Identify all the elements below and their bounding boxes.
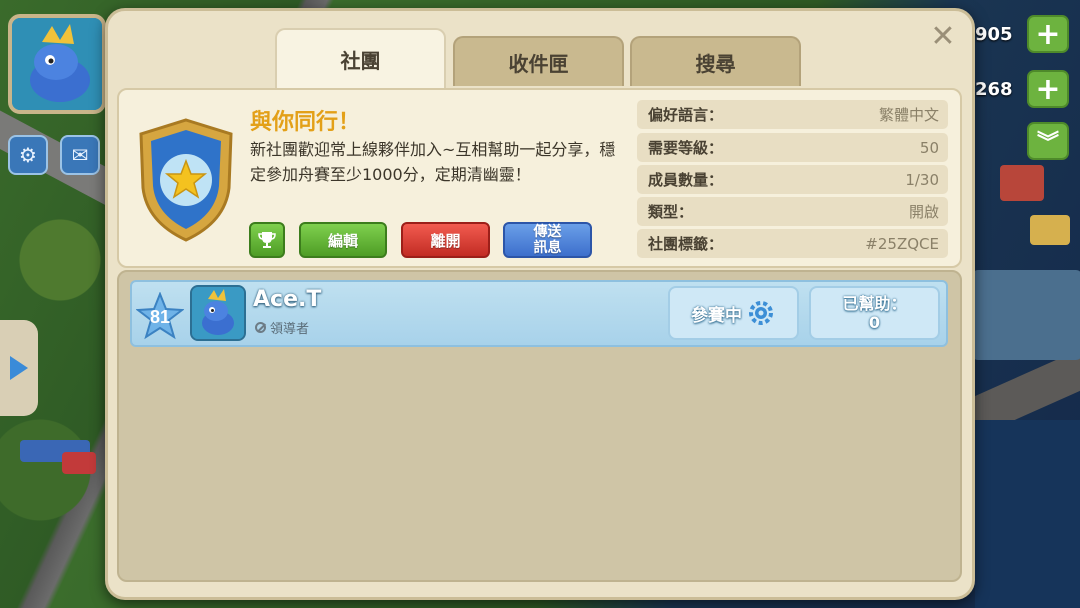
member-role-label: 領導者 <box>270 322 310 337</box>
plus-icon: + <box>1035 16 1061 52</box>
stat-label: 偏好語言： <box>648 106 724 124</box>
member-level: 81 <box>150 307 170 327</box>
stat-language: 偏好語言： 繁體中文 <box>637 100 948 129</box>
plus-icon: + <box>1035 71 1061 107</box>
club-shield-icon <box>139 118 233 242</box>
tab-label: 搜尋 <box>695 51 736 76</box>
send-label-line1: 傳送 <box>533 224 562 240</box>
mail-icon: ✉ <box>71 143 89 167</box>
house-building <box>1030 215 1070 245</box>
resource-count-1: 905 <box>975 24 1013 45</box>
close-icon: ✕ <box>930 19 956 54</box>
edit-button[interactable]: 編輯 <box>299 222 387 258</box>
dragon-avatar-icon <box>192 287 244 339</box>
club-name: 與你同行！ <box>250 110 361 135</box>
leave-button[interactable]: 離開 <box>401 222 490 258</box>
helped-label: 已幫助： <box>842 294 907 313</box>
send-message-button[interactable]: 傳送 訊息 <box>503 222 592 258</box>
member-name: Ace.T <box>253 287 322 312</box>
send-label-line2: 訊息 <box>533 240 562 256</box>
edit-label: 編輯 <box>327 231 358 250</box>
level-star-icon: 81 <box>136 292 184 340</box>
double-chevron-down-icon: ︾ <box>1036 131 1059 156</box>
competing-status: 參賽中 <box>668 286 799 340</box>
barn-building <box>1000 165 1044 201</box>
tab-inbox[interactable]: 收件匣 <box>453 36 624 86</box>
stat-label: 成員數量： <box>648 171 724 189</box>
tab-club[interactable]: 社團 <box>275 28 446 88</box>
stat-value: 開啟 <box>908 203 939 221</box>
stat-value: 1/30 <box>905 170 939 189</box>
trophy-icon <box>258 232 276 248</box>
expand-menu-button[interactable]: ︾ <box>1027 122 1069 160</box>
stat-required-level: 需要等級： 50 <box>637 133 948 162</box>
tab-label: 收件匣 <box>508 51 569 76</box>
trophy-button[interactable] <box>249 222 285 258</box>
helped-count: 已幫助： 0 <box>809 286 940 340</box>
stat-type: 類型： 開啟 <box>637 197 948 226</box>
mail-button[interactable]: ✉ <box>60 135 100 175</box>
stat-value: #25ZQCE <box>865 234 939 253</box>
gear-icon: ⚙ <box>19 143 37 167</box>
settings-button[interactable]: ⚙ <box>8 135 48 175</box>
add-resource-2-button[interactable]: + <box>1027 70 1069 108</box>
gear-icon <box>749 301 773 325</box>
close-button[interactable]: ✕ <box>928 22 958 52</box>
resource-count-2: 268 <box>975 79 1013 100</box>
stat-club-tag: 社團標籤： #25ZQCE <box>637 229 948 258</box>
stat-value: 繁體中文 <box>878 106 939 124</box>
stat-label: 類型： <box>648 203 694 221</box>
stat-label: 需要等級： <box>648 139 724 157</box>
member-role: 領導者 <box>255 318 309 337</box>
stat-member-count: 成員數量： 1/30 <box>637 165 948 194</box>
stat-label: 社團標籤： <box>648 235 724 253</box>
leave-label: 離開 <box>430 231 461 250</box>
arrow-right-icon <box>10 356 28 380</box>
tab-label: 社團 <box>340 48 381 73</box>
player-avatar[interactable] <box>8 14 106 114</box>
helped-value: 0 <box>868 313 881 332</box>
tab-search[interactable]: 搜尋 <box>630 36 801 86</box>
member-avatar[interactable] <box>190 285 246 341</box>
harbor-building <box>972 270 1080 360</box>
club-description: 新社團歡迎常上線夥伴加入~互相幫助一起分享，穩定參加舟賽至少1000分，定期清幽… <box>250 140 616 184</box>
truck <box>62 452 96 474</box>
stat-value: 50 <box>919 138 939 157</box>
water <box>975 420 1080 608</box>
side-panel-toggle[interactable] <box>0 320 38 416</box>
dragon-avatar-icon <box>12 18 102 110</box>
leader-role-icon <box>255 322 266 333</box>
competing-label: 參賽中 <box>691 305 742 326</box>
add-resource-1-button[interactable]: + <box>1027 15 1069 53</box>
